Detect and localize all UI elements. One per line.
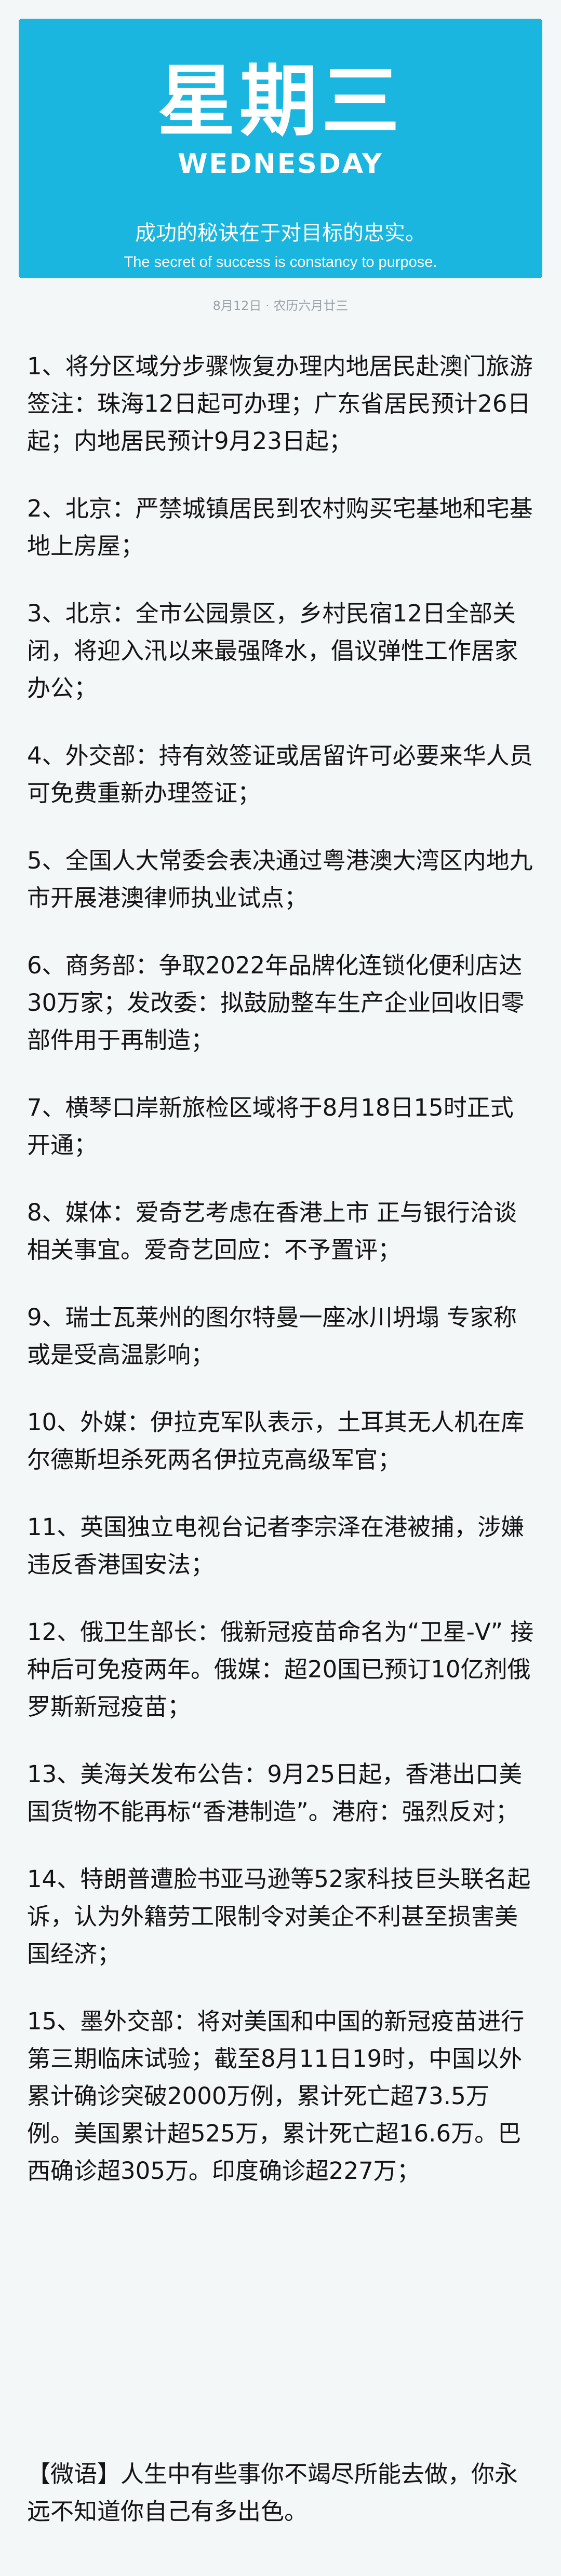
news-item-9: 9、瑞士瓦莱州的图尔特曼一座冰川坍塌 专家称或是受高温影响； [27, 1304, 517, 1368]
news-item-2: 2、北京：严禁城镇居民到农村购买宅基地和宅基地上房屋； [27, 495, 533, 560]
weekday-title-en: WEDNESDAY [178, 148, 383, 180]
weekday-title-cn: 星期三 [157, 57, 404, 147]
header-banner: 星期三 WEDNESDAY 成功的秘诀在于对目标的忠实。 The secret … [19, 19, 542, 278]
news-item-4: 4、外交部：持有效签证或居留许可必要来华人员可免费重新办理签证； [27, 742, 533, 807]
page: 星期三 WEDNESDAY 成功的秘诀在于对目标的忠实。 The secret … [0, 0, 561, 2576]
news-item-13: 13、美海关发布公告：9月25日起，香港出口美国货物不能再标“香港制造”。港府：… [27, 1760, 523, 1825]
news-item-7: 7、横琴口岸新旅检区域将于8月18日15时正式开通； [27, 1094, 514, 1159]
news-item-8: 8、媒体：爱奇艺考虑在香港上市 正与银行洽谈相关事宜。爱奇艺回应：不予置评； [27, 1199, 517, 1264]
news-item-3: 3、北京：全市公园景区，乡村民宿12日全部关闭，将迎入汛以来最强降水，倡议弹性工… [27, 600, 518, 702]
motto: 【微语】人生中有些事你不竭尽所能去做，你永远不知道你自己有多出色。 [27, 2460, 518, 2525]
quote-en: The secret of success is constancy to pu… [124, 254, 437, 270]
news-item-15: 15、墨外交部：将对美国和中国的新冠疫苗进行第三期临床试验；截至8月11日19时… [27, 2008, 525, 2185]
news-item-10: 10、外媒：伊拉克军队表示，土耳其无人机在库尔德斯坦杀死两名伊拉克高级军官； [27, 1408, 525, 1473]
news-item-12: 12、俄卫生部长：俄新冠疫苗命名为“卫星-V” 接种后可免疫两年。俄媒：超20国… [27, 1618, 534, 1720]
news-item-14: 14、特朗普遭脸书亚马逊等52家科技巨头联名起诉，认为外籍劳工限制令对美企不利甚… [27, 1865, 531, 1968]
news-item-6: 6、商务部：争取2022年品牌化连锁化便利店达30万家；发改委：拟鼓励整车生产企… [27, 952, 525, 1054]
news-item-11: 11、英国独立电视台记者李宗泽在港被捕，涉嫌违反香港国安法； [27, 1513, 525, 1578]
news-list: 1、将分区域分步骤恢复办理内地居民赴澳门旅游签注：珠海12日起可办理；广东省居民… [27, 348, 534, 2220]
news-item-5: 5、全国人大常委会表决通过粤港澳大湾区内地九市开展港澳律师执业试点； [27, 847, 533, 912]
quote-cn: 成功的秘诀在于对目标的忠实。 [135, 221, 426, 245]
news-item-1: 1、将分区域分步骤恢复办理内地居民赴澳门旅游签注：珠海12日起可办理；广东省居民… [27, 352, 533, 455]
date-line: 8月12日 · 农历六月廿三 [212, 299, 349, 313]
